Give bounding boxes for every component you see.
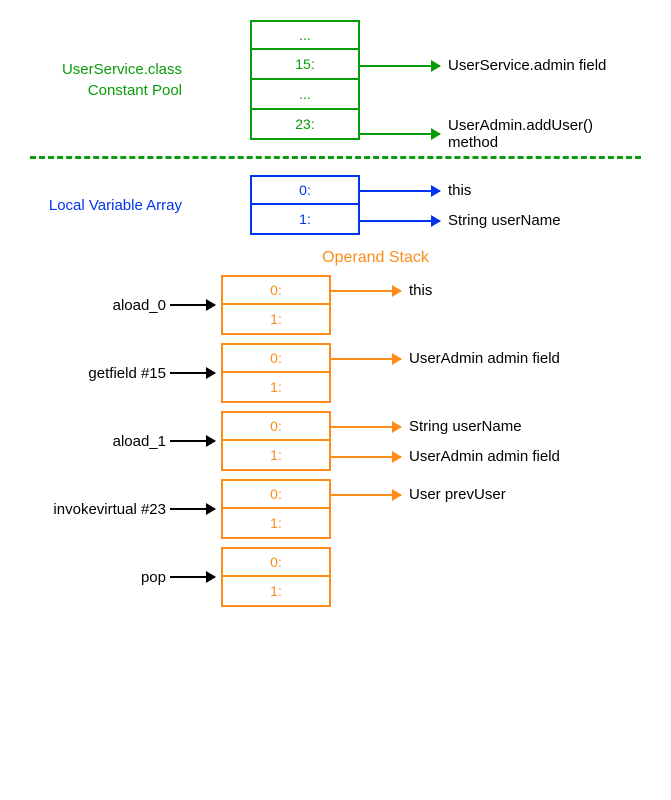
lva-ref-label: String userName: [440, 212, 561, 229]
operand-out-label: UserAdmin admin field: [401, 448, 560, 465]
arrow-icon: [331, 426, 401, 428]
arrow-icon: [331, 456, 401, 458]
constant-pool-stack: ... 15: ... 23:: [250, 20, 360, 140]
cp-cell: ...: [250, 80, 360, 110]
lva-section: Local Variable Array 0: 1: this String u…: [30, 175, 641, 235]
divider: [30, 156, 641, 159]
operand-mini-stack: 0:1:: [221, 343, 331, 403]
operand-cell: 1:: [221, 577, 331, 607]
op-row: invokevirtual #23 0:1: User prevUser: [30, 479, 641, 539]
operand-cell: 1:: [221, 305, 331, 335]
operand-cell: 0:: [221, 275, 331, 305]
operand-mini-stack: 0:1:: [221, 411, 331, 471]
arrow-icon: [360, 65, 440, 67]
cp-cell: 23:: [250, 110, 360, 140]
operand-mini-stack: 0:1:: [221, 275, 331, 335]
lva-cell: 0:: [250, 175, 360, 205]
opcode-label: invokevirtual #23: [30, 501, 170, 518]
opcode-label: getfield #15: [30, 365, 170, 382]
cp-cell: ...: [250, 20, 360, 50]
cp-ref-label: UserAdmin.addUser() method: [440, 117, 641, 151]
lva-ref-label: this: [440, 182, 471, 199]
arrow-icon: [360, 133, 440, 135]
operand-cell: 1:: [221, 509, 331, 539]
opcode-label: aload_1: [30, 433, 170, 450]
operand-cell: 0:: [221, 343, 331, 373]
arrow-icon: [170, 440, 215, 442]
operand-cell: 0:: [221, 479, 331, 509]
arrow-icon: [360, 220, 440, 222]
operand-out-label: this: [401, 282, 432, 299]
operand-mini-stack: 0:1:: [221, 547, 331, 607]
cp-cell: 15:: [250, 50, 360, 80]
operand-stack-section: aload_00:1:thisgetfield #150:1:UserAdmin…: [30, 275, 641, 607]
operand-cell: 1:: [221, 441, 331, 471]
operand-cell: 0:: [221, 547, 331, 577]
op-row: pop 0:1:: [30, 547, 641, 607]
cp-ref-label: UserService.admin field: [440, 57, 606, 74]
lva-label: Local Variable Array: [30, 197, 190, 214]
arrow-icon: [331, 290, 401, 292]
operand-out-label: UserAdmin admin field: [401, 350, 560, 367]
op-row: aload_1 0:1: String userName UserAdmin admi…: [30, 411, 641, 471]
constant-pool-label: UserService.class Constant Pool: [30, 59, 190, 101]
operand-out-label: String userName: [401, 418, 522, 435]
lva-stack: 0: 1:: [250, 175, 360, 235]
operand-out-label: User prevUser: [401, 486, 506, 503]
op-row: aload_0 0:1: this: [30, 275, 641, 335]
arrow-icon: [170, 508, 215, 510]
opcode-label: pop: [30, 569, 170, 586]
operand-cell: 1:: [221, 373, 331, 403]
arrow-icon: [170, 576, 215, 578]
arrow-icon: [331, 358, 401, 360]
operand-stack-title: Operand Stack: [110, 249, 641, 267]
operand-mini-stack: 0:1:: [221, 479, 331, 539]
arrow-icon: [360, 190, 440, 192]
arrow-icon: [170, 304, 215, 306]
lva-cell: 1:: [250, 205, 360, 235]
operand-cell: 0:: [221, 411, 331, 441]
opcode-label: aload_0: [30, 297, 170, 314]
op-row: getfield #15 0:1: UserAdmin admin field: [30, 343, 641, 403]
arrow-icon: [331, 494, 401, 496]
constant-pool-section: UserService.class Constant Pool ... 15: …: [30, 20, 641, 140]
arrow-icon: [170, 372, 215, 374]
